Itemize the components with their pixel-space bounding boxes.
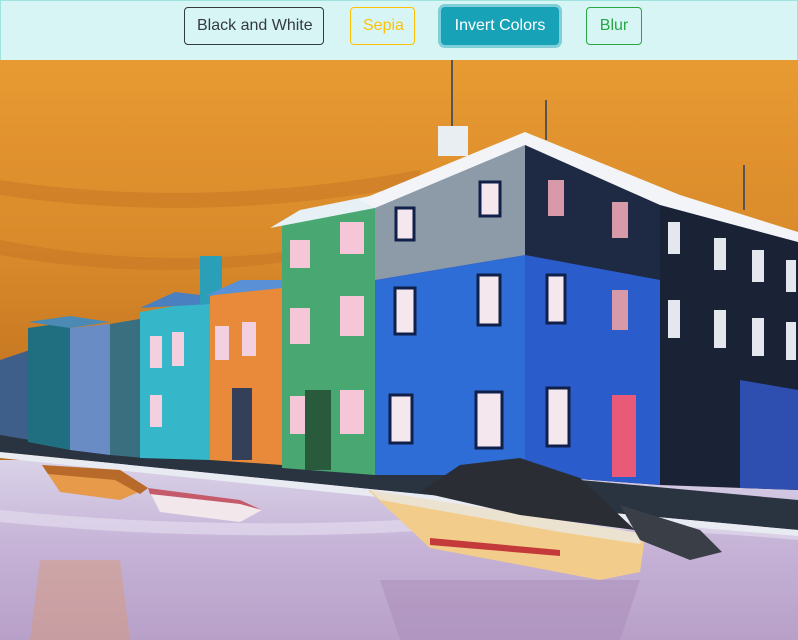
red-door xyxy=(612,395,636,477)
cyan-building xyxy=(140,300,210,460)
sepia-button[interactable]: Sepia xyxy=(350,7,415,45)
photo-canvas xyxy=(0,60,798,640)
filter-toolbar: Black and White Sepia Invert Colors Blur xyxy=(0,0,798,60)
filtered-photo xyxy=(0,60,798,640)
blur-button[interactable]: Blur xyxy=(586,7,642,45)
invert-colors-button[interactable]: Invert Colors xyxy=(441,7,559,45)
black-and-white-button[interactable]: Black and White xyxy=(184,7,324,45)
